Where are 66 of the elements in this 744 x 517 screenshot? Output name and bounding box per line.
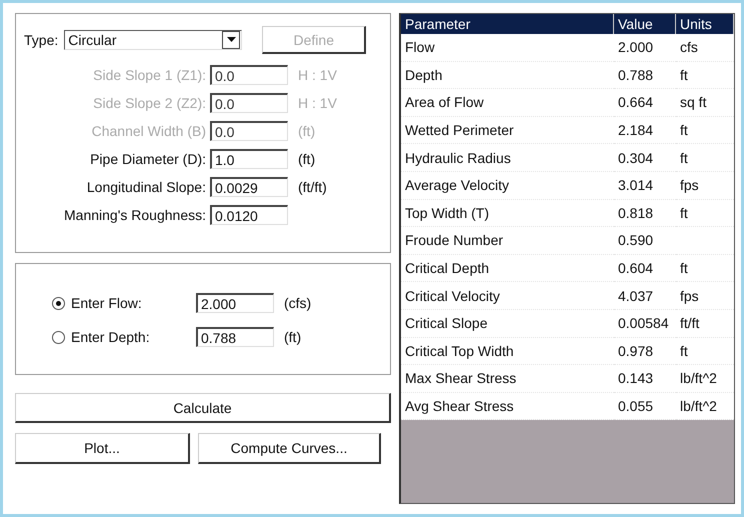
table-cell: Critical Velocity	[401, 282, 614, 310]
table-cell: Flow	[401, 34, 614, 62]
table-cell: 0.143	[614, 365, 676, 393]
table-cell: ft	[676, 338, 734, 366]
table-cell: Depth	[401, 62, 614, 90]
input-field[interactable]: 0.788	[196, 327, 274, 347]
table-cell: ft/ft	[676, 310, 734, 338]
field-label: Channel Width (B)	[90, 123, 206, 139]
table-cell: ft	[676, 254, 734, 282]
action-button[interactable]: Plot...	[15, 433, 190, 464]
table-cell: 0.00584	[614, 310, 676, 338]
table-cell: fps	[676, 282, 734, 310]
table-cell: ft	[676, 144, 734, 172]
table-cell: 4.037	[614, 282, 676, 310]
input-field[interactable]: 1.0	[210, 149, 288, 169]
table-cell: Hydraulic Radius	[401, 144, 614, 172]
table-cell: 0.978	[614, 338, 676, 366]
table-cell: ft	[676, 200, 734, 228]
units-label: (ft)	[298, 123, 316, 139]
column-header: Parameter	[401, 14, 614, 34]
table-cell: Top Width (T)	[401, 200, 614, 228]
radio-option[interactable]: Enter Flow:	[52, 295, 192, 311]
table-cell: cfs	[676, 34, 734, 62]
table-cell: Max Shear Stress	[401, 365, 614, 393]
input-field[interactable]: 0.0029	[210, 177, 288, 197]
action-button[interactable]: Compute Curves...	[198, 433, 381, 464]
table-cell: Wetted Perimeter	[401, 116, 614, 144]
table-cell: 2.184	[614, 116, 676, 144]
radio-option[interactable]: Enter Depth:	[52, 329, 192, 345]
table-cell: ft	[676, 116, 734, 144]
table-cell: sq ft	[676, 89, 734, 117]
input-field[interactable]: 2.000	[196, 293, 274, 313]
units-label: H : 1V	[298, 95, 337, 111]
table-cell: Average Velocity	[401, 172, 614, 200]
table-cell: 0.788	[614, 62, 676, 90]
units-label: H : 1V	[298, 67, 337, 83]
field-label: Side Slope 2 (Z2):	[92, 95, 206, 111]
table-cell: fps	[676, 172, 734, 200]
units-label: (ft)	[298, 151, 316, 167]
table-cell: 2.000	[614, 34, 676, 62]
field-label: Pipe Diameter (D):	[89, 151, 206, 167]
calculate-button[interactable]: Calculate	[15, 393, 391, 423]
table-cell: 0.304	[614, 144, 676, 172]
table-cell: 0.604	[614, 254, 676, 282]
type-label: Type:	[24, 32, 58, 48]
table-cell: 0.818	[614, 200, 676, 228]
field-label: Longitudinal Slope:	[86, 179, 206, 195]
table-cell: Area of Flow	[401, 89, 614, 117]
table-cell: Froude Number	[401, 227, 614, 255]
table-cell: 3.014	[614, 172, 676, 200]
units-label: (ft)	[284, 329, 302, 345]
table-cell: Critical Slope	[401, 310, 614, 338]
type-dropdown[interactable]: Circular	[64, 30, 242, 50]
column-header: Units	[676, 14, 734, 34]
table-cell: ft	[676, 62, 734, 90]
field-label: Side Slope 1 (Z1):	[92, 67, 206, 83]
table-cell: Critical Top Width	[401, 338, 614, 366]
table-cell: lb/ft^2	[676, 365, 734, 393]
table-cell: 0.664	[614, 89, 676, 117]
field-label: Manning's Roughness:	[63, 207, 206, 223]
table-cell: 0.590	[614, 227, 676, 255]
units-label: (cfs)	[284, 295, 312, 311]
units-label: (ft/ft)	[298, 179, 327, 195]
column-header: Value	[614, 14, 676, 34]
input-field[interactable]: 0.0120	[210, 205, 288, 225]
table-cell: Critical Depth	[401, 254, 614, 282]
